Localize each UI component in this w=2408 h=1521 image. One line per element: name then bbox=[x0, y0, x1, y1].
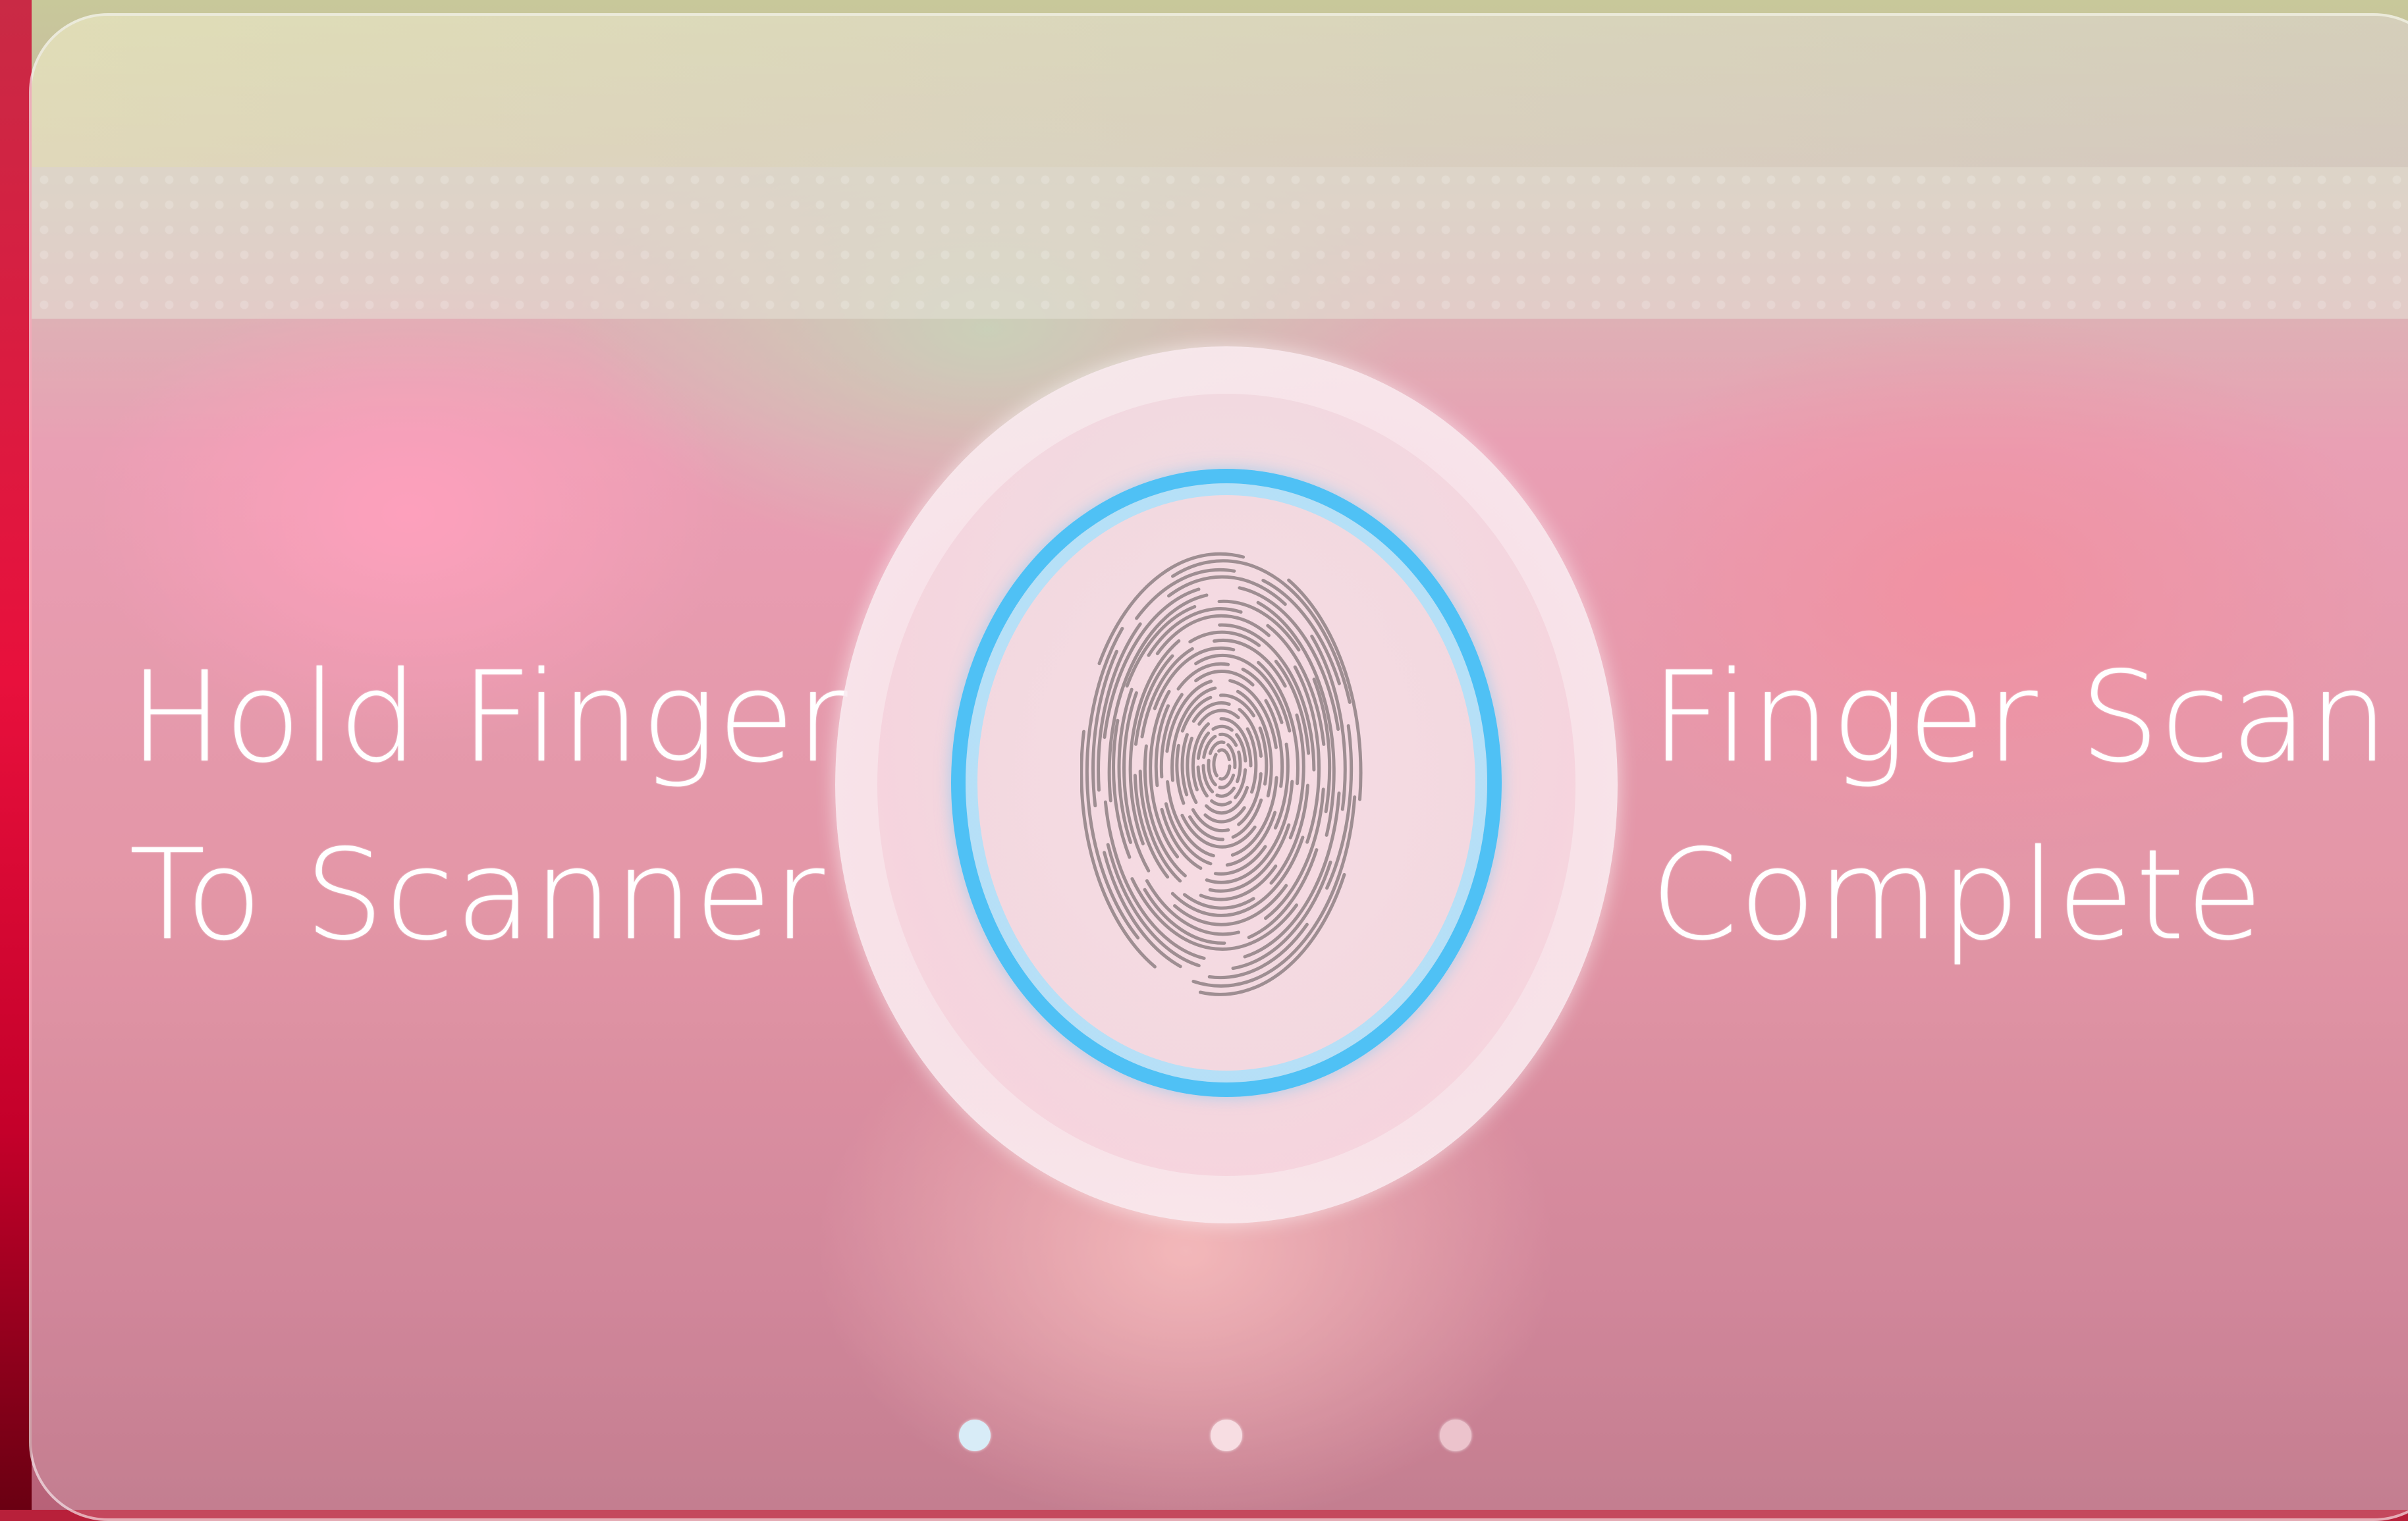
fingerprint-ridge bbox=[1215, 786, 1236, 798]
status-line-2: Complete bbox=[1651, 822, 2264, 968]
fingerprint-ridge bbox=[1236, 750, 1242, 784]
instruction-line-2: To Scanner bbox=[129, 822, 826, 968]
pagination-dot-3[interactable] bbox=[1440, 1420, 1471, 1451]
fingerprint-ridge bbox=[1211, 724, 1234, 732]
fingerprint-ridge bbox=[1212, 753, 1218, 778]
fingerprint-ridge bbox=[1218, 764, 1232, 781]
left-edge-strip bbox=[0, 0, 32, 1510]
panel-header-band bbox=[32, 167, 2408, 319]
panel-top-area bbox=[32, 16, 2408, 167]
fingerprint-ridge bbox=[1208, 740, 1226, 755]
instruction-text: Hold Finger To Scanner bbox=[129, 629, 849, 984]
instruction-line-1: Hold Finger bbox=[129, 645, 849, 790]
pagination-dot-1[interactable] bbox=[959, 1420, 991, 1451]
pagination-dot-2[interactable] bbox=[1211, 1420, 1242, 1451]
fingerprint-ridge bbox=[1210, 799, 1232, 807]
fingerprint-icon bbox=[1080, 552, 1363, 996]
pagination-dots bbox=[0, 1420, 2408, 1453]
status-line-1: Finger Scan bbox=[1651, 645, 2390, 790]
fingerprint-ridge bbox=[1217, 748, 1231, 762]
fingerprint-ridge bbox=[1171, 559, 1352, 704]
fingerprint-ridge bbox=[1182, 893, 1255, 910]
scan-status-text: Finger Scan Complete bbox=[1651, 629, 2390, 984]
